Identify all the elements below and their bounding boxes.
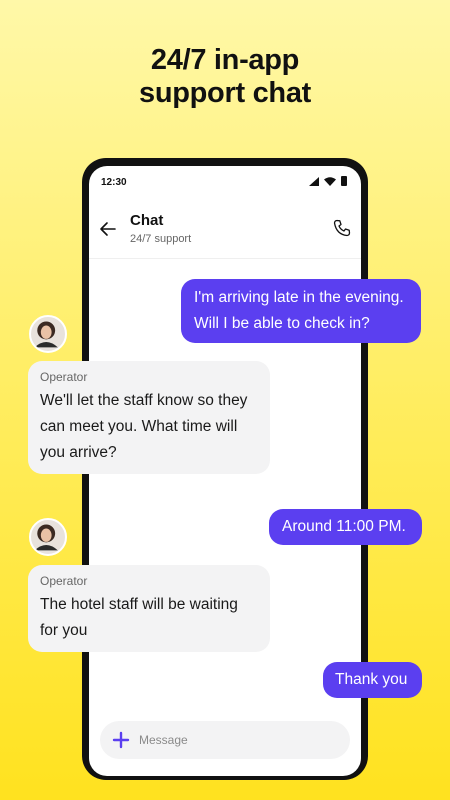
status-icons (309, 176, 347, 186)
message-incoming-2[interactable]: Operator The hotel staff will be waiting… (28, 565, 270, 652)
message-text: The hotel staff will be waiting for you (40, 596, 238, 639)
signal-icon (309, 176, 319, 186)
message-sender: Operator (40, 574, 88, 588)
status-bar: 12:30 (89, 166, 361, 200)
chat-subtitle: 24/7 support (130, 233, 192, 245)
message-incoming-1[interactable]: Operator We'll let the staff know so the… (28, 361, 270, 474)
message-outgoing-3[interactable]: Thank you (323, 662, 422, 698)
message-outgoing-2[interactable]: Around 11:00 PM. (269, 509, 422, 545)
message-outgoing-1[interactable]: I'm arriving late in the evening. Will I… (181, 279, 421, 343)
message-text: Thank you (335, 671, 408, 688)
headline-line-1: 24/7 in-app (150, 44, 300, 76)
message-sender: Operator (40, 370, 88, 384)
arrow-left-icon[interactable] (99, 220, 117, 238)
message-text: I'm arriving late in the evening. Will I… (194, 289, 404, 332)
wifi-icon (324, 176, 336, 186)
plus-icon[interactable] (110, 729, 132, 751)
operator-avatar (29, 315, 67, 353)
message-input-bar[interactable]: Message (100, 721, 350, 759)
chat-title: Chat (130, 212, 164, 229)
phone-icon[interactable] (333, 219, 351, 237)
headline-line-2: support chat (138, 77, 311, 109)
message-text: Around 11:00 PM. (282, 518, 406, 535)
battery-icon (341, 176, 347, 186)
person-icon (34, 524, 58, 551)
status-time: 12:30 (101, 177, 127, 188)
operator-avatar (29, 518, 67, 556)
message-input[interactable]: Message (139, 733, 188, 747)
promo-headline: 24/7 in-app support chat (0, 44, 450, 110)
person-icon (34, 321, 58, 348)
message-text: We'll let the staff know so they can mee… (40, 392, 248, 461)
chat-header: Chat 24/7 support (89, 200, 361, 259)
